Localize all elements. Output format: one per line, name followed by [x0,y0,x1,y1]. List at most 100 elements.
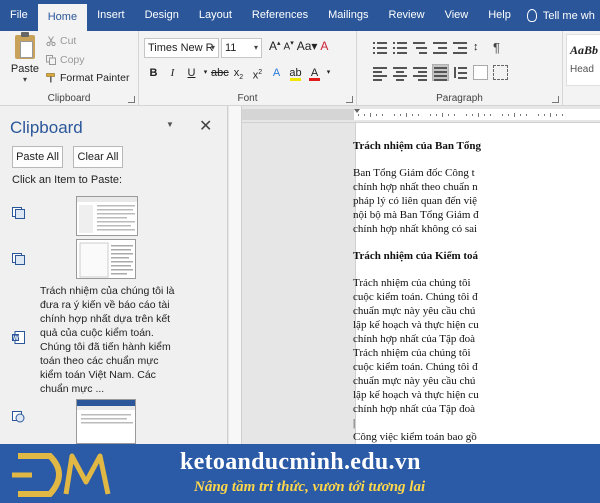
strikethrough-icon[interactable]: abc [211,64,229,82]
clipboard-item[interactable]: W Trách nhiệm của chúng tôi là đưa ra ý … [0,284,227,396]
tab-mailings[interactable]: Mailings [318,0,378,31]
clipboard-dialog-launcher-icon[interactable] [128,96,135,103]
cut-button[interactable]: Cut [46,35,76,47]
increase-indent-icon[interactable] [453,40,468,55]
chevron-down-icon[interactable]: ▾ [8,75,42,84]
document-line[interactable]: Ban Tổng Giám đốc Công t [353,166,600,180]
clear-formatting-icon[interactable]: A [320,39,328,53]
clip-thumbnail [76,399,136,444]
paste-icon [15,32,35,59]
document-line[interactable]: nội bộ mà Ban Tổng Giám đ [353,208,600,222]
text-effects-icon[interactable]: A [268,64,285,82]
vertical-ruler[interactable] [229,106,242,444]
document-heading[interactable]: Trách nhiệm của Ban Tổng [353,139,600,153]
clipboard-pane: Clipboard ▼ ✕ Paste All Clear All Click … [0,106,228,444]
tab-file[interactable]: File [0,0,38,31]
paste-all-button[interactable]: Paste All [12,146,63,168]
tell-me-label: Tell me wh [542,9,595,22]
tab-help[interactable]: Help [478,0,521,31]
font-color-icon[interactable]: A [306,64,323,82]
change-case-icon[interactable]: Aa▾ [297,39,318,53]
slogan: Nâng tầm tri thức, vươn tới tương lai [194,479,426,495]
multilevel-list-icon[interactable] [413,40,428,55]
paintbrush-icon [46,73,55,83]
document-canvas[interactable]: Trách nhiệm của Ban Tổng Ban Tổng Giám đố… [243,123,600,444]
document-line[interactable]: pháp lý có liên quan đến việ [353,194,600,208]
document-body[interactable]: Trách nhiệm của Ban Tổng Ban Tổng Giám đố… [353,139,600,444]
document-line[interactable]: cuộc kiểm toán. Chúng tôi đ [353,290,600,304]
document-line[interactable]: chính hợp nhất theo chuẩn n [353,180,600,194]
tab-insert[interactable]: Insert [87,0,135,31]
font-size-dropdown[interactable]: 11 ▾ [221,38,262,58]
italic-icon[interactable]: I [164,64,181,82]
horizontal-ruler[interactable] [242,106,600,123]
scissors-icon [46,36,56,46]
decrease-indent-icon[interactable] [433,40,448,55]
subscript-icon[interactable]: x2 [230,64,247,82]
document-line[interactable]: | [353,416,600,430]
bullets-icon[interactable] [373,40,388,55]
chevron-down-icon[interactable]: ▾ [202,64,209,82]
format-painter-button[interactable]: Format Painter [46,72,129,84]
document-line[interactable]: chính hợp nhất không có sai [353,222,600,236]
justify-icon[interactable] [432,64,449,81]
document-line[interactable]: cuộc kiểm toán. Chúng tôi đ [353,360,600,374]
line-spacing-icon[interactable] [453,65,468,80]
pilcrow-icon[interactable]: ¶ [493,40,508,55]
pane-options-chevron-down-icon[interactable]: ▼ [166,120,174,129]
clip-text-line: Chúng tôi đã tiến hành kiểm [40,341,171,353]
align-center-icon[interactable] [393,65,408,81]
clipboard-item[interactable] [0,396,227,444]
copy-icon [46,55,56,65]
close-icon[interactable]: ✕ [199,116,212,136]
shading-icon[interactable] [473,65,488,80]
ruler-margin [242,109,354,120]
tab-view[interactable]: View [435,0,479,31]
bold-icon[interactable]: B [145,64,162,82]
font-dialog-launcher-icon[interactable] [346,96,353,103]
document-line[interactable]: Trách nhiệm của chúng tôi [353,346,600,360]
underline-icon[interactable]: U [183,64,200,82]
tab-references[interactable]: References [242,0,318,31]
tab-layout[interactable]: Layout [189,0,242,31]
chevron-down-icon: ▾ [210,43,215,52]
document-line[interactable]: Công việc kiểm toán bao gồ [353,430,600,444]
tab-review[interactable]: Review [379,0,435,31]
clipboard-item[interactable] [0,192,227,237]
document-line[interactable]: lập kế hoạch và thực hiện cu [353,388,600,402]
clip-text-line: toán theo các chuẩn mực [40,355,159,367]
document-line[interactable]: chính hợp nhất của Tập đoà [353,332,600,346]
copy-button[interactable]: Copy [46,54,85,66]
document-line[interactable]: chính hợp nhất của Tập đoà [353,402,600,416]
shrink-font-icon[interactable]: A▾ [284,39,294,53]
clip-text-preview: Trách nhiệm của chúng tôi là đưa ra ý ki… [40,284,180,396]
tell-me-box[interactable]: Tell me wh [526,9,595,22]
ducminh-logo [12,453,111,497]
clipboard-item[interactable] [0,236,227,281]
align-right-icon[interactable] [413,65,428,81]
borders-icon[interactable] [493,65,508,80]
document-line[interactable]: chuẩn mực này yêu cầu chú [353,374,600,388]
highlight-color-bar [290,78,301,81]
grow-font-icon[interactable]: A▴ [269,39,281,53]
tab-design[interactable]: Design [135,0,189,31]
chevron-down-icon: ▾ [253,43,258,52]
chevron-down-icon[interactable]: ▾ [325,64,332,82]
paste-button[interactable]: Paste ▾ [8,32,42,85]
paragraph-dialog-launcher-icon[interactable] [552,96,559,103]
promo-banner: ketoanducminh.edu.vn Nâng tầm tri thức, … [0,444,600,503]
font-name-dropdown[interactable]: Times New R ▾ [144,38,219,58]
align-left-icon[interactable] [373,65,388,81]
highlight-icon[interactable]: ab [287,64,304,82]
numbering-icon[interactable] [393,40,408,55]
style-heading-tile[interactable]: AaBb Head [566,34,600,86]
cut-label: Cut [60,35,77,47]
document-line[interactable]: lập kế hoạch và thực hiện cu [353,318,600,332]
superscript-icon[interactable]: x2 [249,64,266,82]
document-line[interactable]: chuẩn mực này yêu cầu chú [353,304,600,318]
document-heading[interactable]: Trách nhiệm của Kiểm toá [353,249,600,263]
document-line[interactable]: Trách nhiệm của chúng tôi [353,276,600,290]
clear-all-button[interactable]: Clear All [73,146,123,168]
sort-icon[interactable]: ↕ [473,40,488,55]
tab-home[interactable]: Home [37,4,88,31]
